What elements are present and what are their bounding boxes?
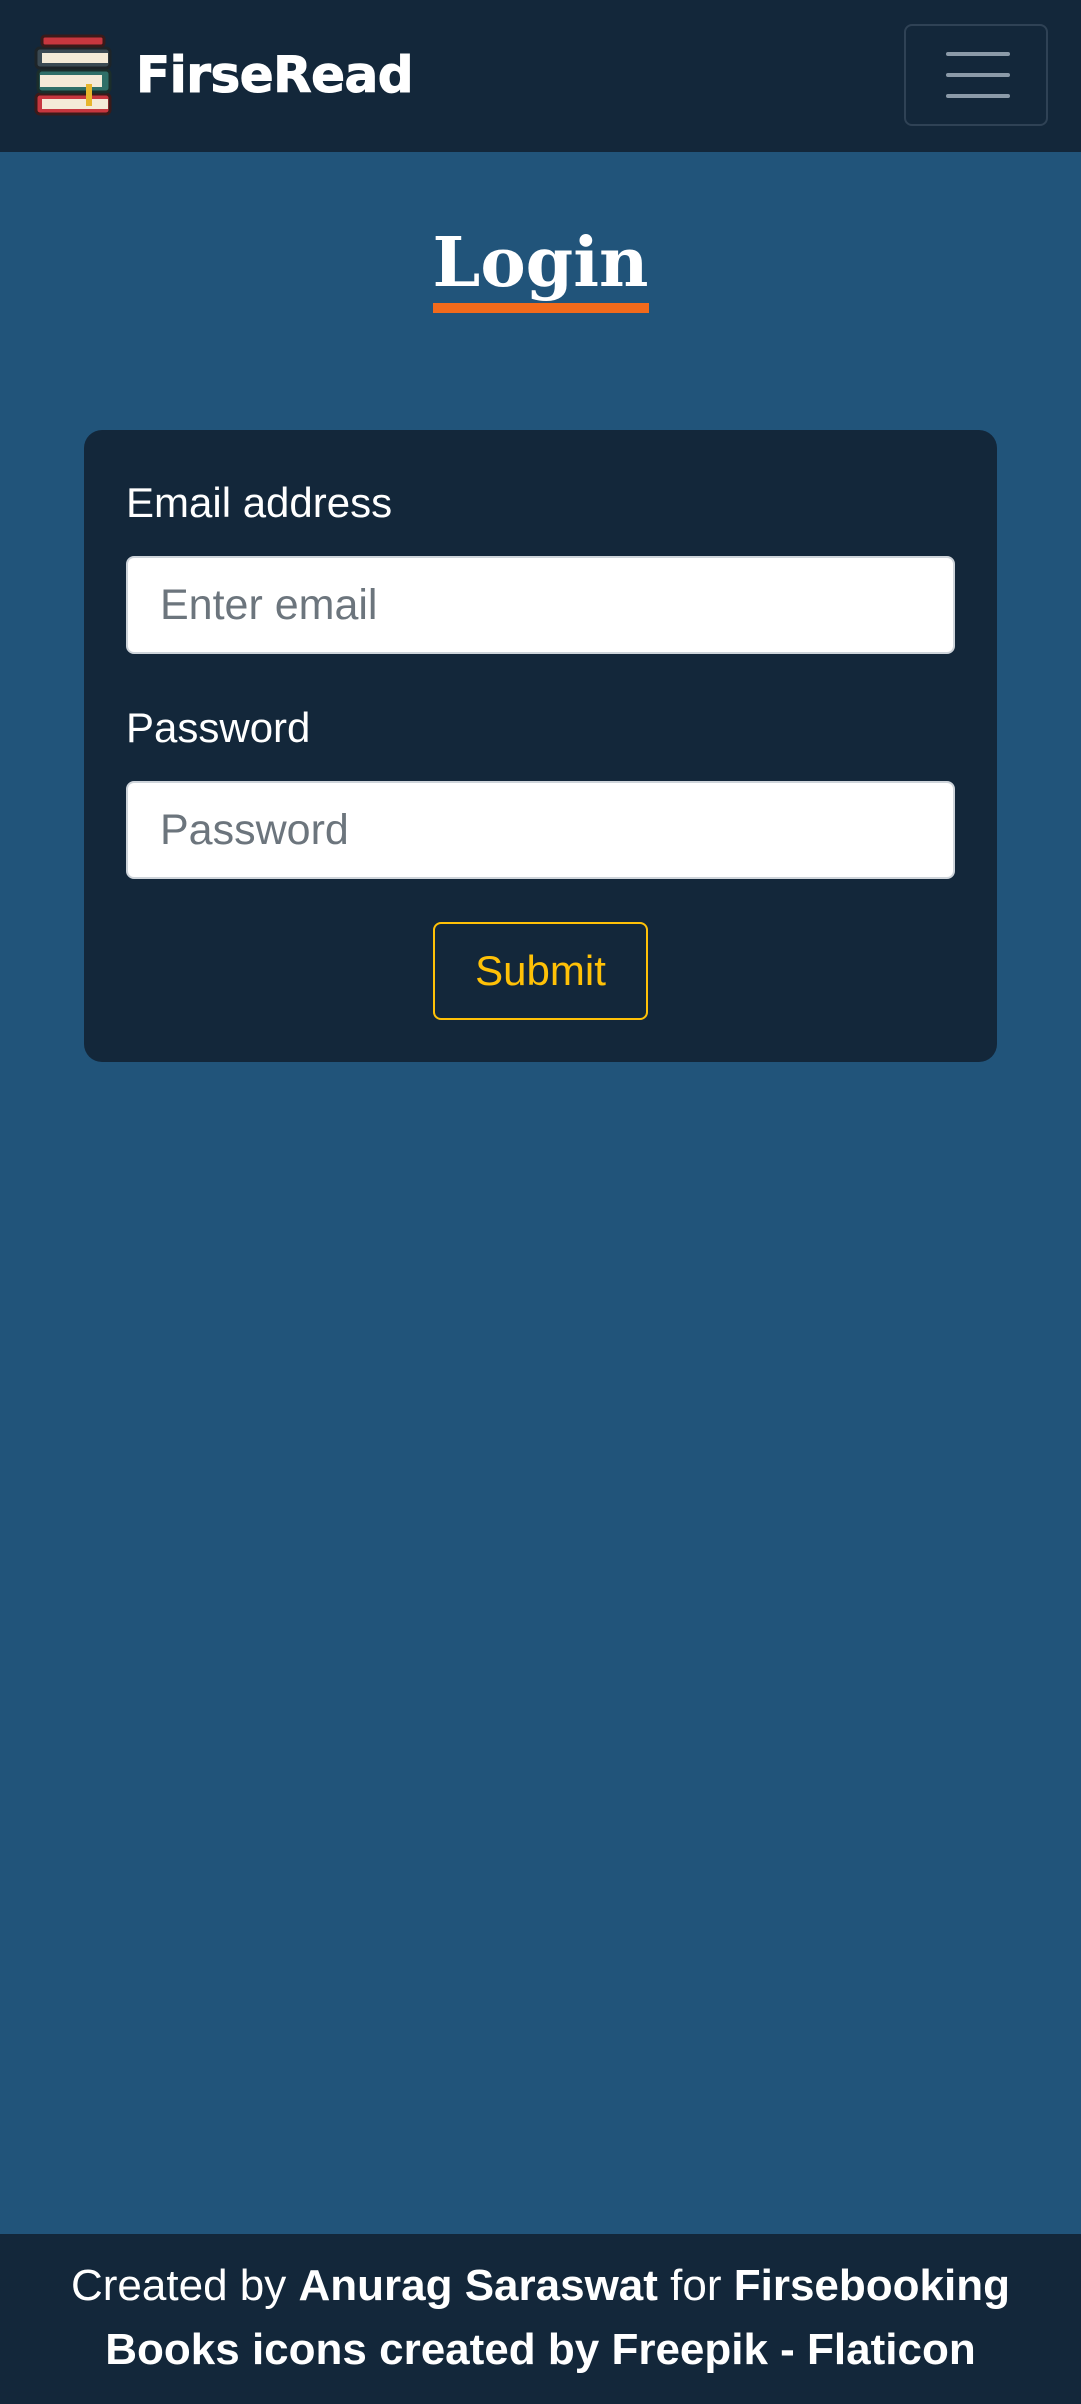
page-heading: Login: [0, 227, 1081, 314]
footer-credits: Created by Anurag Saraswat for Firsebook…: [0, 2254, 1081, 2318]
footer-author: Anurag Saraswat: [298, 2261, 658, 2310]
brand-name: FirseRead: [135, 46, 414, 104]
email-label: Email address: [126, 479, 393, 526]
footer-middle: for: [657, 2261, 734, 2310]
books-stack-icon: [34, 34, 112, 116]
navbar: FirseRead: [0, 0, 1081, 152]
navbar-toggler-button[interactable]: [904, 24, 1048, 126]
login-form: Email address Password Submit: [84, 430, 997, 1062]
password-label: Password: [126, 704, 311, 751]
footer-project: Firsebooking: [733, 2261, 1010, 2310]
footer-attribution[interactable]: Books icons created by Freepik - Flatico…: [0, 2318, 1081, 2382]
footer-prefix: Created by: [71, 2261, 299, 2310]
brand-link[interactable]: FirseRead: [32, 32, 414, 118]
footer: Created by Anurag Saraswat for Firsebook…: [0, 2234, 1081, 2404]
page-title: Login: [432, 227, 649, 314]
email-input[interactable]: [126, 556, 955, 654]
submit-button[interactable]: Submit: [433, 922, 648, 1020]
password-input[interactable]: [126, 781, 955, 879]
